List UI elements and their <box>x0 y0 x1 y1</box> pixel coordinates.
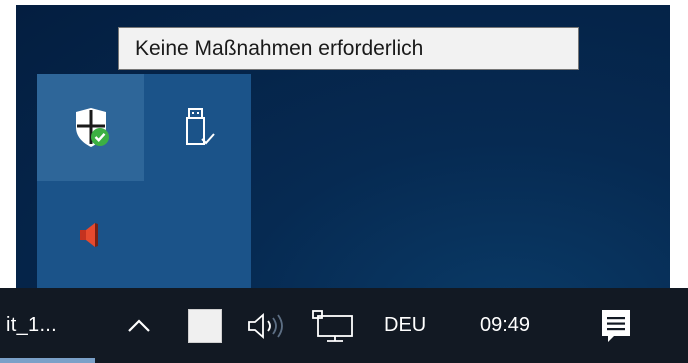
blank-tray-app[interactable] <box>188 288 222 363</box>
usb-tray-item[interactable] <box>144 74 251 181</box>
screen: Keine Maßnahmen erforderlich it_1... DEU… <box>0 0 688 363</box>
security-tray-item[interactable] <box>37 74 144 181</box>
tooltip-text: Keine Maßnahmen erforderlich <box>135 37 424 60</box>
language-label: DEU <box>384 314 427 336</box>
tooltip: Keine Maßnahmen erforderlich <box>118 27 579 70</box>
notification-icon <box>602 309 630 342</box>
volume-button[interactable] <box>246 288 290 363</box>
action-center-button[interactable] <box>598 288 634 363</box>
blank-app-icon <box>188 308 222 343</box>
taskbar-app-button[interactable]: it_1... <box>6 288 57 363</box>
show-hidden-icons-button[interactable] <box>126 288 152 363</box>
windows-security-shield-check-icon <box>75 107 109 147</box>
input-language-button[interactable]: DEU <box>384 288 426 363</box>
active-app-indicator <box>0 358 95 363</box>
chevron-up-icon <box>128 318 150 332</box>
speaker-muted-icon <box>79 222 98 247</box>
taskbar-app-label: it_1... <box>6 314 58 336</box>
clock-time: 09:49 <box>480 314 531 336</box>
network-button[interactable] <box>310 288 358 363</box>
taskbar: it_1... DEU 09:49 <box>0 288 688 363</box>
volume-icon <box>248 312 283 339</box>
network-icon <box>312 309 353 342</box>
tray-overflow-panel <box>37 74 251 288</box>
usb-safely-remove-icon <box>185 107 215 145</box>
speaker-tray-item[interactable] <box>37 181 144 288</box>
clock-button[interactable]: 09:49 <box>480 288 530 363</box>
